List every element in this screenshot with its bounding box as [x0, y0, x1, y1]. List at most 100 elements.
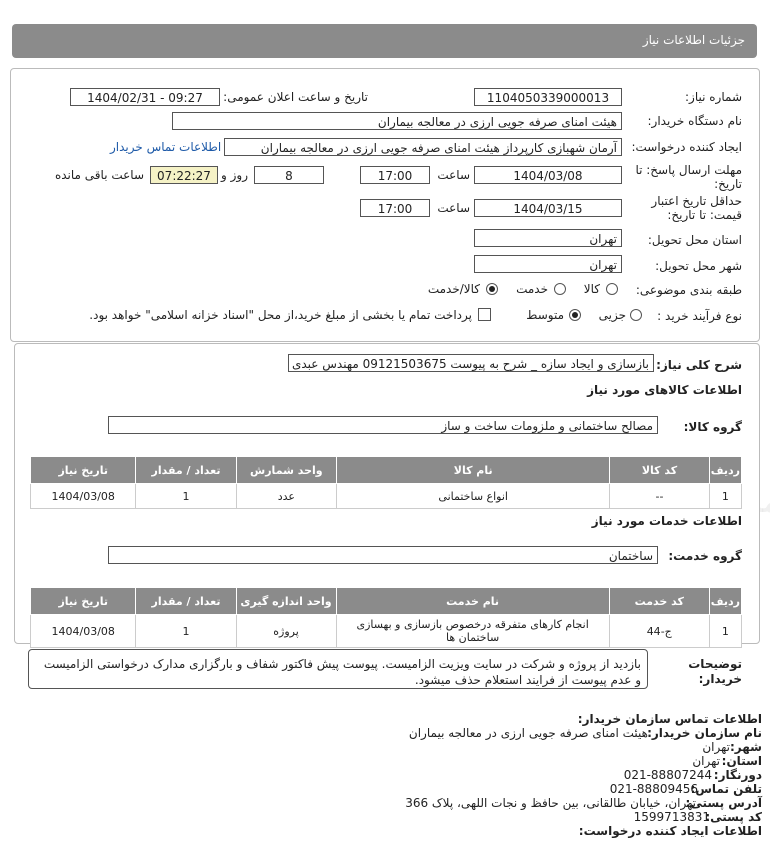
- category-both-label: کالا/خدمت: [427, 282, 480, 296]
- city-label: شهر محل تحویل:: [655, 259, 742, 273]
- contact-title: اطلاعات تماس سازمان خریدار:: [577, 712, 762, 726]
- cell-unit: عدد: [235, 483, 338, 509]
- cell-date: 1404/03/08: [29, 483, 137, 509]
- category-both-radio[interactable]: [486, 283, 498, 295]
- notes-label-buyer: خریدار:: [698, 672, 742, 686]
- contact-phone-label: تلفن تماس:: [690, 782, 762, 796]
- cell-date: 1404/03/08: [29, 614, 137, 648]
- contact-fax-label: دورنگار:: [713, 768, 762, 782]
- contact-address-value: تهران، خیابان طالقانی، بین حافظ و نجات ا…: [405, 796, 696, 810]
- cell-unit: پروژه: [235, 614, 337, 648]
- services-table: ردیف کد خدمت نام خدمت واحد اندازه گیری ت…: [29, 587, 743, 648]
- contact-postal-value: 1599713831: [633, 810, 710, 824]
- summary-label: شرح کلی نیاز:: [656, 358, 742, 372]
- buyer-contact-link[interactable]: اطلاعات تماس خریدار: [110, 140, 221, 154]
- table-row: 1 ج-44 انجام کارهای متفرقه درخصوص بازساز…: [29, 614, 743, 648]
- notes-label: توضیحات: [688, 657, 742, 671]
- validity-label-date: قیمت: تا تاریخ:: [667, 208, 742, 222]
- contact-city-value: تهران: [702, 740, 730, 754]
- goods-group-label: گروه کالا:: [683, 420, 742, 434]
- contact-phone-value: 021-88809456: [609, 782, 698, 796]
- goods-group-field: مصالح ساختمانی و ملزومات ساخت و ساز: [108, 416, 658, 434]
- th-row: ردیف: [708, 456, 743, 484]
- treasury-payment-checkbox[interactable]: [478, 308, 491, 321]
- th-qty: تعداد / مقدار: [135, 456, 237, 484]
- category-goods-label: کالا: [583, 282, 600, 296]
- header-bar: جزئیات اطلاعات نیاز: [12, 24, 757, 58]
- need-number-field: 1104050339000013: [474, 88, 622, 106]
- th-qty: تعداد / مقدار: [135, 587, 237, 615]
- th-code: کد کالا: [609, 456, 710, 484]
- need-number-label: شماره نیاز:: [685, 90, 742, 104]
- city-field: تهران: [474, 255, 622, 273]
- th-row: ردیف: [708, 587, 743, 615]
- contact-address-label: آدرس پستی:: [685, 796, 762, 810]
- goods-table: ردیف کد کالا نام کالا واحد شمارش تعداد /…: [29, 456, 743, 509]
- notes-box: بازدید از پروژه و شرکت در سایت ویزیت الز…: [28, 649, 648, 689]
- days-field: 8: [254, 166, 324, 184]
- cell-row: 1: [708, 614, 743, 648]
- province-label: استان محل تحویل:: [647, 233, 742, 247]
- category-service-radio[interactable]: [554, 283, 566, 295]
- th-code: کد خدمت: [608, 587, 710, 615]
- category-label: طبقه بندی موضوعی:: [635, 283, 742, 297]
- contact-org-value: هیئت امنای صرفه جویی ارزی در معالجه بیما…: [408, 726, 648, 740]
- category-service-label: خدمت: [516, 282, 548, 296]
- remaining-label: ساعت باقی مانده: [54, 168, 144, 182]
- services-group-label: گروه خدمت:: [668, 549, 742, 563]
- goods-section-title: اطلاعات کالاهای مورد نیاز: [587, 383, 742, 397]
- cell-row: 1: [708, 483, 743, 509]
- deadline-time-field: 17:00: [360, 166, 430, 184]
- summary-field: بازسازی و ایجاد سازه _ شرح به پیوست 0912…: [288, 354, 654, 372]
- deadline-label: مهلت ارسال پاسخ: تا: [635, 163, 742, 177]
- contact-fax-value: 021-88807244: [623, 768, 712, 782]
- contact-province-value: تهران: [692, 754, 720, 768]
- cell-code: --: [609, 483, 710, 509]
- validity-date-field: 1404/03/15: [474, 199, 622, 217]
- th-name: نام کالا: [336, 456, 611, 484]
- days-label: روز و: [221, 168, 248, 182]
- deadline-label-date: تاریخ:: [714, 177, 742, 191]
- deadline-date-field: 1404/03/08: [474, 166, 622, 184]
- creator-field: آرمان شهبازی کارپرداز هیئت امنای صرفه جو…: [224, 138, 622, 156]
- process-medium-label: متوسط: [526, 308, 564, 322]
- process-medium-radio[interactable]: [569, 309, 581, 321]
- cell-qty: 1: [135, 483, 237, 509]
- process-partial-radio[interactable]: [630, 309, 642, 321]
- contact-postal-label: کد پستی:: [705, 810, 762, 824]
- th-unit: واحد شمارش: [235, 456, 338, 484]
- th-date: تاریخ نیاز: [29, 587, 137, 615]
- cell-code: ج-44: [608, 614, 710, 648]
- services-group-field: ساختمان: [108, 546, 658, 564]
- payment-note: پرداخت تمام یا بخشی از مبلغ خرید،از محل …: [89, 308, 472, 322]
- remaining-time-field: 07:22:27: [150, 166, 218, 184]
- buyer-field: هیئت امنای صرفه جویی ارزی در معالجه بیما…: [172, 112, 622, 130]
- page-title: جزئیات اطلاعات نیاز: [642, 33, 745, 47]
- services-section-title: اطلاعات خدمات مورد نیاز: [591, 514, 742, 528]
- validity-time-label: ساعت: [437, 201, 470, 215]
- th-date: تاریخ نیاز: [29, 456, 137, 484]
- contact-org-label: نام سازمان خریدار:: [647, 726, 762, 740]
- announce-field: 1404/02/31 - 09:27: [70, 88, 220, 106]
- process-partial-label: جزیی: [598, 308, 626, 322]
- province-field: تهران: [474, 229, 622, 247]
- cell-name: انجام کارهای متفرقه درخصوص بازسازی و بهس…: [335, 614, 610, 648]
- services-table-header: ردیف کد خدمت نام خدمت واحد اندازه گیری ت…: [29, 587, 743, 615]
- category-goods-radio[interactable]: [606, 283, 618, 295]
- goods-table-header: ردیف کد کالا نام کالا واحد شمارش تعداد /…: [29, 456, 743, 484]
- validity-label: حداقل تاریخ اعتبار: [651, 194, 742, 208]
- th-unit: واحد اندازه گیری: [235, 587, 337, 615]
- cell-qty: 1: [135, 614, 237, 648]
- th-name: نام خدمت: [335, 587, 610, 615]
- table-row: 1 -- انواع ساختمانی عدد 1 1404/03/08: [29, 483, 743, 509]
- cell-name: انواع ساختمانی: [336, 483, 611, 509]
- creator-label: ایجاد کننده درخواست:: [631, 140, 742, 154]
- buyer-label: نام دستگاه خریدار:: [647, 114, 743, 128]
- deadline-time-label: ساعت: [437, 168, 470, 182]
- contact-province-label: استان:: [721, 754, 762, 768]
- announce-label: تاریخ و ساعت اعلان عمومی:: [223, 90, 368, 104]
- process-label: نوع فرآیند خرید :: [657, 309, 742, 323]
- contact-city-label: شهر:: [730, 740, 762, 754]
- validity-time-field: 17:00: [360, 199, 430, 217]
- creator-info-title: اطلاعات ایجاد کننده درخواست:: [578, 824, 762, 838]
